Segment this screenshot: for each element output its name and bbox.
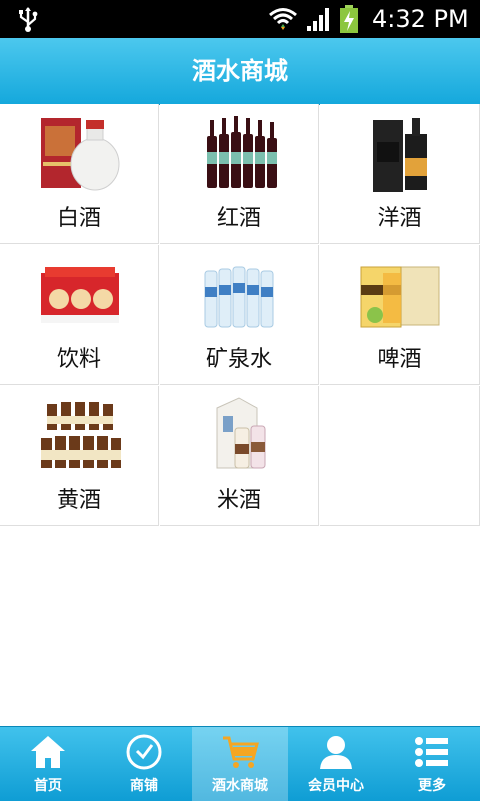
nav-shops[interactable]: 商铺 bbox=[96, 727, 192, 801]
nav-label: 商铺 bbox=[130, 778, 158, 794]
empty-cell bbox=[320, 386, 480, 526]
category-label: 洋酒 bbox=[377, 206, 422, 231]
beer-product-image bbox=[360, 266, 440, 328]
red-wine-product-image bbox=[207, 116, 277, 188]
category-yellow-wine[interactable]: 黄酒 bbox=[0, 386, 159, 526]
category-mineral-water[interactable]: 矿泉水 bbox=[160, 245, 319, 385]
user-icon bbox=[320, 736, 352, 769]
beverage-product-image bbox=[41, 267, 119, 323]
nav-label: 会员中心 bbox=[308, 778, 364, 794]
nav-member-center[interactable]: 会员中心 bbox=[288, 727, 384, 801]
battery-charging-icon bbox=[340, 5, 358, 33]
category-beer[interactable]: 啤酒 bbox=[320, 245, 480, 385]
category-baijiu[interactable]: 白酒 bbox=[0, 104, 159, 244]
category-red-wine[interactable]: 红酒 bbox=[160, 104, 319, 244]
category-label: 黄酒 bbox=[56, 488, 101, 513]
nav-label: 酒水商城 bbox=[212, 778, 268, 794]
yellow-wine-product-image bbox=[41, 402, 121, 468]
page-title: 酒水商城 bbox=[192, 57, 288, 85]
nav-home[interactable]: 首页 bbox=[0, 727, 96, 801]
category-label: 红酒 bbox=[216, 206, 261, 231]
list-icon bbox=[415, 737, 448, 767]
status-time: 4:32 PM bbox=[372, 5, 469, 33]
app-header: 酒水商城 bbox=[0, 38, 480, 105]
baijiu-product-image bbox=[41, 118, 120, 191]
nav-label: 更多 bbox=[418, 778, 446, 794]
signal-icon bbox=[307, 8, 329, 31]
category-beverage[interactable]: 饮料 bbox=[0, 245, 159, 385]
whisky-product-image bbox=[373, 118, 427, 192]
status-bar: 4:32 PM bbox=[0, 0, 480, 38]
category-label: 米酒 bbox=[216, 488, 261, 513]
usb-icon bbox=[19, 7, 38, 32]
rice-wine-product-image bbox=[216, 397, 266, 469]
category-rice-wine[interactable]: 米酒 bbox=[160, 386, 319, 526]
nav-label: 首页 bbox=[34, 778, 62, 794]
nav-more[interactable]: 更多 bbox=[384, 727, 480, 801]
category-label: 饮料 bbox=[56, 347, 101, 372]
category-label: 白酒 bbox=[56, 206, 101, 231]
nav-liquor-mall[interactable]: 酒水商城 bbox=[192, 727, 288, 801]
clock-icon bbox=[126, 734, 162, 770]
category-whisky[interactable]: 洋酒 bbox=[320, 104, 480, 244]
wifi-icon bbox=[269, 8, 297, 30]
home-icon bbox=[31, 736, 65, 768]
shopping-cart-icon bbox=[223, 736, 259, 768]
bottom-nav: 首页 商铺 酒水商城 会员中心 更多 bbox=[0, 726, 480, 801]
category-label: 矿泉水 bbox=[205, 347, 272, 372]
mineral-water-product-image bbox=[204, 266, 274, 328]
category-grid: 白酒 红酒 洋酒 饮料 矿泉水 啤酒 黄酒 米酒 bbox=[0, 104, 480, 527]
category-label: 啤酒 bbox=[377, 347, 422, 372]
